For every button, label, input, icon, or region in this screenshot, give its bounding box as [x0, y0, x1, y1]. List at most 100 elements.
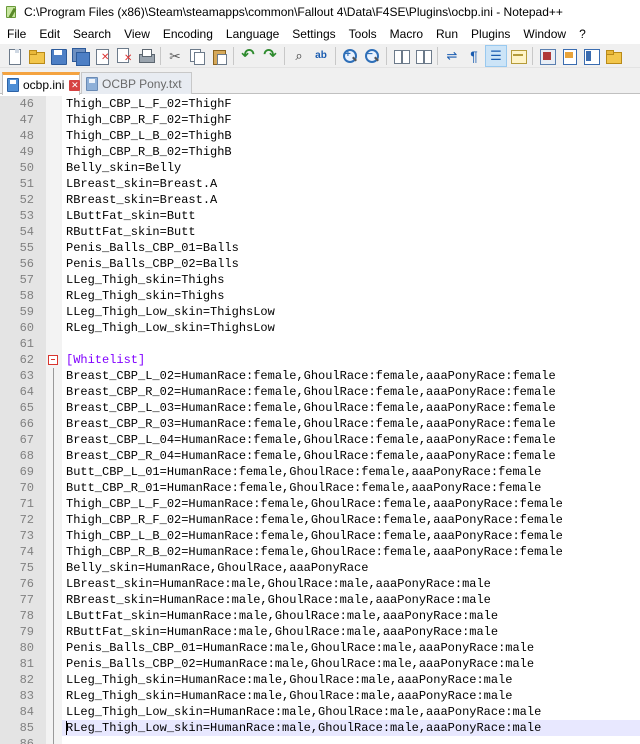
- editor-line[interactable]: 56 Penis_Balls_CBP_02=Balls: [0, 256, 640, 272]
- sync-vertical-scroll-button[interactable]: [390, 45, 412, 67]
- menu-search[interactable]: Search: [66, 24, 117, 44]
- editor-line[interactable]: 58 RLeg_Thigh_skin=Thighs: [0, 288, 640, 304]
- editor-line[interactable]: 61: [0, 336, 640, 352]
- editor-line[interactable]: 68 Breast_CBP_R_04=HumanRace:female,Ghoul…: [0, 448, 640, 464]
- editor-line[interactable]: 65 Breast_CBP_L_03=HumanRace:female,Ghoul…: [0, 400, 640, 416]
- save-button[interactable]: [47, 45, 69, 67]
- menu-help[interactable]: ?: [572, 24, 592, 44]
- copy-button[interactable]: [186, 45, 208, 67]
- editor-line[interactable]: 83 RLeg_Thigh_skin=HumanRace:male,GhoulRa…: [0, 688, 640, 704]
- replace-icon: ab: [315, 49, 327, 61]
- toolbar-separator: [160, 46, 161, 65]
- menu-encoding[interactable]: Encoding: [156, 24, 219, 44]
- editor-line[interactable]: 52 RBreast_skin=Breast.A: [0, 192, 640, 208]
- menu-settings[interactable]: Settings: [285, 24, 341, 44]
- editor-line[interactable]: 85 RLeg_Thigh_Low_skin=HumanRace:male,Gho…: [0, 720, 640, 736]
- redo-button[interactable]: ↷: [259, 45, 281, 67]
- fold-margin: [46, 192, 62, 208]
- tab-close-icon[interactable]: ✕: [69, 79, 81, 91]
- menu-window[interactable]: Window: [516, 24, 572, 44]
- editor-line[interactable]: 57 LLeg_Thigh_skin=Thighs: [0, 272, 640, 288]
- folder-as-workspace-button[interactable]: [602, 45, 624, 67]
- new-file-button[interactable]: [3, 45, 25, 67]
- code-text: LBreast_skin=HumanRace:male,GhoulRace:ma…: [66, 577, 491, 591]
- editor-line[interactable]: 77 RBreast_skin=HumanRace:male,GhoulRace:…: [0, 592, 640, 608]
- editor-line[interactable]: 53 LButtFat_skin=Butt: [0, 208, 640, 224]
- menu-view[interactable]: View: [117, 24, 156, 44]
- menu-file[interactable]: File: [0, 24, 32, 44]
- menu-tools[interactable]: Tools: [342, 24, 383, 44]
- editor-line[interactable]: 80 Penis_Balls_CBP_01=HumanRace:male,Ghou…: [0, 640, 640, 656]
- undo-button[interactable]: ↶: [237, 45, 259, 67]
- editor-line[interactable]: 54 RButtFat_skin=Butt: [0, 224, 640, 240]
- close-all-button[interactable]: [113, 45, 135, 67]
- editor-line[interactable]: 66 Breast_CBP_R_03=HumanRace:female,Ghoul…: [0, 416, 640, 432]
- document-map-button[interactable]: [536, 45, 558, 67]
- tab-ocbp-ini[interactable]: ocbp.ini ✕: [2, 72, 81, 95]
- show-all-characters-button[interactable]: ¶: [463, 45, 485, 67]
- editor-line[interactable]: 46 Thigh_CBP_L_F_02=ThighF: [0, 96, 640, 112]
- print-button[interactable]: [135, 45, 157, 67]
- code-text: LButtFat_skin=Butt: [66, 209, 196, 223]
- editor-line[interactable]: 62 [Whitelist]: [0, 352, 640, 368]
- editor-line[interactable]: 63 Breast_CBP_L_02=HumanRace:female,Ghoul…: [0, 368, 640, 384]
- open-file-button[interactable]: [25, 45, 47, 67]
- editor-line[interactable]: 50 Belly_skin=Belly: [0, 160, 640, 176]
- code-text: Thigh_CBP_L_B_02=ThighB: [66, 129, 232, 143]
- editor-line[interactable]: 69 Butt_CBP_L_01=HumanRace:female,GhoulRa…: [0, 464, 640, 480]
- word-wrap-button[interactable]: ⇌: [441, 45, 463, 67]
- editor-line[interactable]: 75 Belly_skin=HumanRace,GhoulRace,aaaPony…: [0, 560, 640, 576]
- zoom-out-button[interactable]: −: [361, 45, 383, 67]
- sync-horizontal-scroll-button[interactable]: [412, 45, 434, 67]
- indent-guide-button[interactable]: ☰: [485, 44, 507, 67]
- editor-line[interactable]: 51 LBreast_skin=Breast.A: [0, 176, 640, 192]
- menu-edit[interactable]: Edit: [32, 24, 66, 44]
- menu-macro[interactable]: Macro: [383, 24, 429, 44]
- paste-button[interactable]: [208, 45, 230, 67]
- line-number: 51: [19, 177, 34, 191]
- editor-line[interactable]: 59 LLeg_Thigh_Low_skin=ThighsLow: [0, 304, 640, 320]
- text-editor[interactable]: 46 Thigh_CBP_L_F_02=ThighF 47 Thigh_CBP_R_F…: [0, 95, 640, 744]
- editor-line[interactable]: 70 Butt_CBP_R_01=HumanRace:female,GhoulRa…: [0, 480, 640, 496]
- editor-line[interactable]: 67 Breast_CBP_L_04=HumanRace:female,Ghoul…: [0, 432, 640, 448]
- editor-line[interactable]: 79 RButtFat_skin=HumanRace:male,GhoulRace…: [0, 624, 640, 640]
- replace-button[interactable]: ab: [310, 45, 332, 67]
- line-number: 54: [19, 225, 34, 239]
- editor-line[interactable]: 71 Thigh_CBP_L_F_02=HumanRace:female,Ghou…: [0, 496, 640, 512]
- find-button[interactable]: ⌕: [288, 45, 310, 67]
- save-all-button[interactable]: [69, 45, 91, 67]
- editor-line[interactable]: 76 LBreast_skin=HumanRace:male,GhoulRace:…: [0, 576, 640, 592]
- function-list-button[interactable]: [580, 45, 602, 67]
- line-number-gutter: 64: [0, 384, 46, 400]
- editor-line[interactable]: 48 Thigh_CBP_L_B_02=ThighB: [0, 128, 640, 144]
- editor-line[interactable]: 60 RLeg_Thigh_Low_skin=ThighsLow: [0, 320, 640, 336]
- user-defined-language-button[interactable]: [507, 45, 529, 67]
- menu-plugins[interactable]: Plugins: [464, 24, 516, 44]
- editor-line[interactable]: 47 Thigh_CBP_R_F_02=ThighF: [0, 112, 640, 128]
- fold-collapse-icon[interactable]: [48, 355, 58, 365]
- word-wrap-icon: ⇌: [446, 47, 458, 63]
- document-list-button[interactable]: [558, 45, 580, 67]
- tab-ocbp-pony-txt[interactable]: OCBP Pony.txt: [81, 72, 192, 94]
- editor-line[interactable]: 73 Thigh_CBP_L_B_02=HumanRace:female,Ghou…: [0, 528, 640, 544]
- editor-line[interactable]: 72 Thigh_CBP_R_F_02=HumanRace:female,Ghou…: [0, 512, 640, 528]
- cut-button[interactable]: ✂: [164, 45, 186, 67]
- editor-line[interactable]: 84 LLeg_Thigh_Low_skin=HumanRace:male,Gho…: [0, 704, 640, 720]
- editor-line[interactable]: 82 LLeg_Thigh_skin=HumanRace:male,GhoulRa…: [0, 672, 640, 688]
- fold-margin: [46, 688, 62, 704]
- zoom-in-button[interactable]: +: [339, 45, 361, 67]
- menu-language[interactable]: Language: [219, 24, 285, 44]
- menu-run[interactable]: Run: [429, 24, 464, 44]
- fold-margin: [46, 96, 62, 112]
- editor-line[interactable]: 74 Thigh_CBP_R_B_02=HumanRace:female,Ghou…: [0, 544, 640, 560]
- fold-margin[interactable]: [46, 352, 62, 368]
- code-text: Thigh_CBP_R_B_02=ThighB: [66, 145, 232, 159]
- close-button[interactable]: [91, 45, 113, 67]
- editor-line[interactable]: 86: [0, 736, 640, 744]
- editor-line[interactable]: 64 Breast_CBP_R_02=HumanRace:female,Ghoul…: [0, 384, 640, 400]
- fold-margin: [46, 400, 62, 416]
- editor-line[interactable]: 49 Thigh_CBP_R_B_02=ThighB: [0, 144, 640, 160]
- editor-line[interactable]: 78 LButtFat_skin=HumanRace:male,GhoulRace…: [0, 608, 640, 624]
- editor-line[interactable]: 55 Penis_Balls_CBP_01=Balls: [0, 240, 640, 256]
- editor-line[interactable]: 81 Penis_Balls_CBP_02=HumanRace:male,Ghou…: [0, 656, 640, 672]
